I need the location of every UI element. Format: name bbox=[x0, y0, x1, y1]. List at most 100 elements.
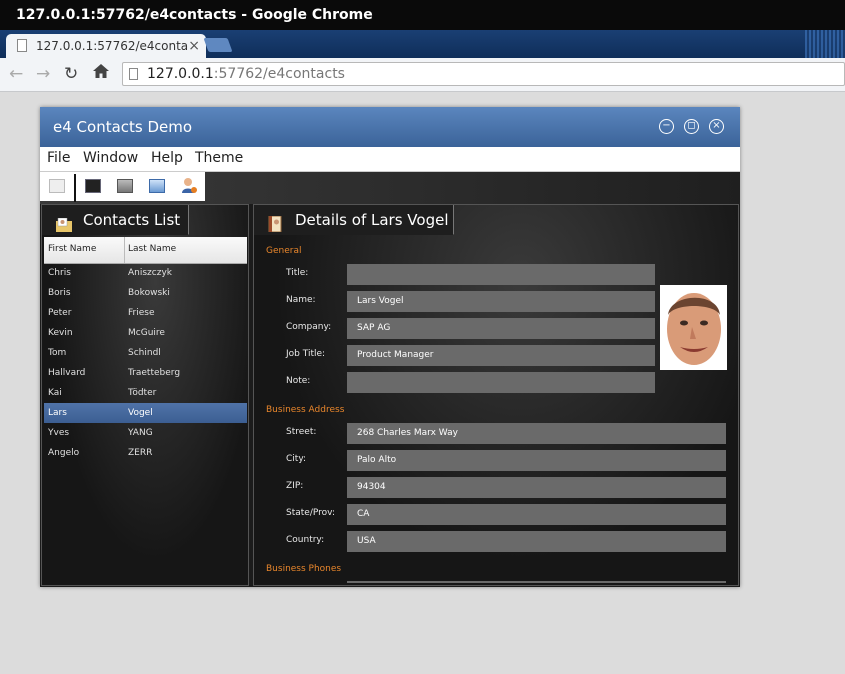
menu-window[interactable]: Window bbox=[83, 150, 138, 166]
table-row[interactable]: Yves YANG bbox=[44, 423, 247, 443]
close-tab-icon[interactable]: × bbox=[188, 34, 200, 58]
section-business-phones: Business Phones bbox=[266, 564, 342, 574]
first-name-cell: Boris bbox=[48, 288, 71, 298]
back-icon[interactable]: ← bbox=[9, 64, 23, 84]
label-name: Name: bbox=[286, 295, 316, 305]
table-row-selected[interactable]: Lars Vogel bbox=[44, 403, 247, 423]
contact-photo bbox=[660, 285, 727, 370]
first-name-cell: Tom bbox=[48, 348, 67, 358]
column-divider[interactable] bbox=[124, 237, 125, 263]
first-name-cell: Peter bbox=[48, 308, 72, 318]
url-path: :57762/e4contacts bbox=[213, 66, 345, 82]
table-row[interactable]: Kai Tödter bbox=[44, 383, 247, 403]
folder-contacts-icon bbox=[56, 212, 72, 232]
new-tab-button[interactable] bbox=[203, 38, 233, 52]
table-row[interactable]: Tom Schindl bbox=[44, 343, 247, 363]
menu-bar: File Window Help Theme bbox=[40, 147, 740, 172]
forward-icon[interactable]: → bbox=[36, 64, 50, 84]
browser-toolbar: ← → ↻ 127.0.0.1:57762/e4contacts bbox=[0, 58, 845, 92]
first-name-cell: Kevin bbox=[48, 328, 73, 338]
column-last-name[interactable]: Last Name bbox=[128, 244, 176, 254]
name-field[interactable]: Lars Vogel bbox=[347, 291, 655, 312]
table-row[interactable]: Peter Friese bbox=[44, 303, 247, 323]
note-field[interactable] bbox=[347, 372, 655, 393]
menu-help[interactable]: Help bbox=[151, 150, 183, 166]
minimize-icon[interactable]: − bbox=[659, 119, 674, 134]
menu-theme[interactable]: Theme bbox=[195, 150, 243, 166]
first-name-cell: Angelo bbox=[48, 448, 80, 458]
label-state: State/Prov: bbox=[286, 508, 335, 518]
last-name-cell: Bokowski bbox=[128, 288, 170, 298]
tab-details[interactable]: Details of Lars Vogel bbox=[254, 205, 454, 235]
city-field[interactable]: Palo Alto bbox=[347, 450, 726, 471]
close-icon[interactable]: × bbox=[709, 119, 724, 134]
table-row[interactable]: Boris Bokowski bbox=[44, 283, 247, 303]
last-name-cell: ZERR bbox=[128, 448, 153, 458]
tab-contacts-list[interactable]: Contacts List bbox=[42, 205, 189, 235]
first-name-cell: Yves bbox=[48, 428, 70, 438]
label-job-title: Job Title: bbox=[286, 349, 326, 359]
table-row[interactable]: Hallvard Traetteberg bbox=[44, 363, 247, 383]
last-name-cell: Friese bbox=[128, 308, 155, 318]
home-icon[interactable] bbox=[92, 62, 110, 85]
address-bar[interactable]: 127.0.0.1:57762/e4contacts bbox=[122, 62, 845, 86]
app-title: e4 Contacts Demo bbox=[53, 118, 193, 136]
table-row[interactable]: Angelo ZERR bbox=[44, 443, 247, 463]
app-titlebar: e4 Contacts Demo − ◻ × bbox=[40, 107, 740, 147]
last-name-cell: Tödter bbox=[128, 388, 157, 398]
last-name-cell: Aniszczyk bbox=[128, 268, 172, 278]
street-field[interactable]: 268 Charles Marx Way bbox=[347, 423, 726, 444]
menu-file[interactable]: File bbox=[47, 150, 70, 166]
url-host: 127.0.0.1 bbox=[147, 66, 214, 82]
page-icon bbox=[129, 68, 138, 80]
label-country: Country: bbox=[286, 535, 325, 545]
toolbar-separator bbox=[74, 174, 76, 202]
last-name-cell: YANG bbox=[128, 428, 153, 438]
label-street: Street: bbox=[286, 427, 317, 437]
tab-strip: 127.0.0.1:57762/e4conta × bbox=[0, 30, 845, 58]
label-city: City: bbox=[286, 454, 307, 464]
tab-title: 127.0.0.1:57762/e4conta bbox=[36, 39, 189, 53]
label-zip: ZIP: bbox=[286, 481, 304, 491]
last-name-cell: McGuire bbox=[128, 328, 165, 338]
contacts-list-title: Contacts List bbox=[83, 211, 181, 229]
first-name-cell: Kai bbox=[48, 388, 62, 398]
table-row[interactable]: Kevin McGuire bbox=[44, 323, 247, 343]
browser-tab[interactable]: 127.0.0.1:57762/e4conta × bbox=[6, 34, 206, 58]
details-panel: Details of Lars Vogel General Title: Nam… bbox=[253, 204, 739, 586]
save-icon[interactable] bbox=[49, 179, 65, 193]
phones-field-edge bbox=[347, 581, 726, 583]
table-row[interactable]: Chris Aniszczyk bbox=[44, 263, 247, 283]
label-company: Company: bbox=[286, 322, 332, 332]
company-field[interactable]: SAP AG bbox=[347, 318, 655, 339]
job-title-field[interactable]: Product Manager bbox=[347, 345, 655, 366]
last-name-cell: Vogel bbox=[128, 408, 153, 418]
address-book-icon bbox=[268, 212, 284, 233]
section-general: General bbox=[266, 246, 302, 256]
section-business-address: Business Address bbox=[266, 405, 345, 415]
blue-theme-icon[interactable] bbox=[149, 179, 165, 193]
app-toolbar bbox=[40, 172, 740, 204]
reload-icon[interactable]: ↻ bbox=[64, 64, 78, 84]
contacts-panel: Contacts List First Name Last Name Chris… bbox=[41, 204, 249, 586]
title-field[interactable] bbox=[347, 264, 655, 285]
first-name-cell: Hallvard bbox=[48, 368, 86, 378]
country-field[interactable]: USA bbox=[347, 531, 726, 552]
state-field[interactable]: CA bbox=[347, 504, 726, 525]
window-title: 127.0.0.1:57762/e4contacts - Google Chro… bbox=[0, 0, 845, 30]
dark-theme-icon[interactable] bbox=[85, 179, 101, 193]
maximize-icon[interactable]: ◻ bbox=[684, 119, 699, 134]
first-name-cell: Lars bbox=[48, 408, 67, 418]
zip-field[interactable]: 94304 bbox=[347, 477, 726, 498]
gray-theme-icon[interactable] bbox=[117, 179, 133, 193]
column-first-name[interactable]: First Name bbox=[48, 244, 96, 254]
e4-app-window: e4 Contacts Demo − ◻ × File Window Help … bbox=[40, 107, 740, 587]
first-name-cell: Chris bbox=[48, 268, 71, 278]
label-title: Title: bbox=[286, 268, 309, 278]
user-icon[interactable] bbox=[181, 177, 197, 193]
last-name-cell: Traetteberg bbox=[128, 368, 181, 378]
last-name-cell: Schindl bbox=[128, 348, 161, 358]
details-title: Details of Lars Vogel bbox=[295, 211, 449, 229]
table-header: First Name Last Name bbox=[44, 237, 247, 264]
label-note: Note: bbox=[286, 376, 311, 386]
